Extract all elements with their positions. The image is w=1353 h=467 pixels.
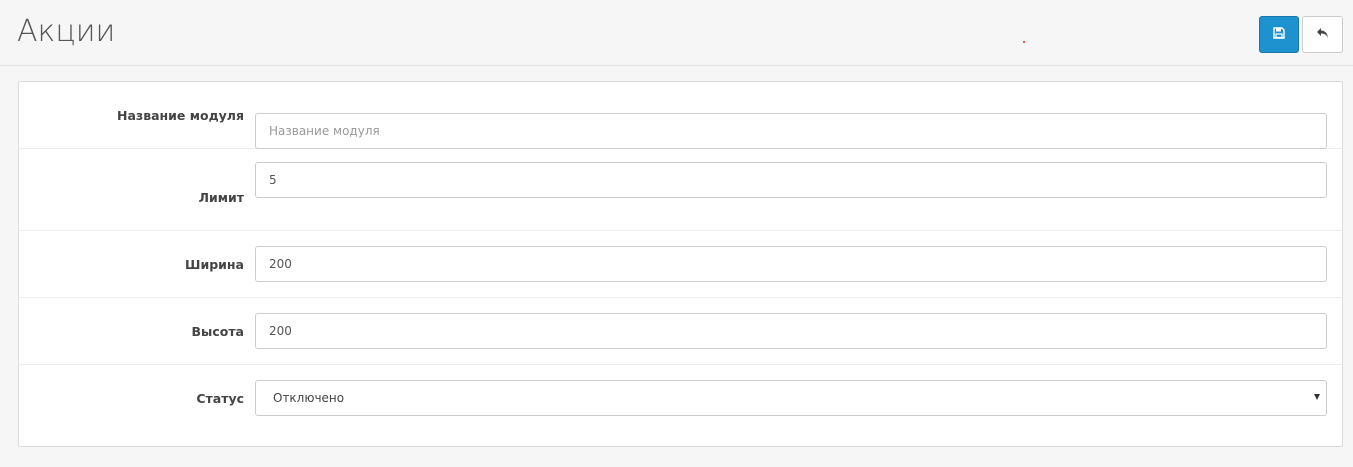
caret-down-icon (1314, 394, 1320, 400)
form-row-status: Статус Отключено (19, 365, 1342, 446)
form-row-module-name: Название модуля (19, 82, 1342, 149)
decorative-dot (1023, 41, 1025, 43)
back-button[interactable] (1302, 16, 1343, 53)
module-name-label: Название модуля (117, 107, 244, 123)
page-header: Акции (0, 0, 1353, 66)
save-icon (1273, 26, 1285, 44)
limit-label: Лимит (198, 189, 244, 205)
status-selected-value: Отключено (273, 391, 345, 405)
reply-icon (1316, 26, 1330, 44)
limit-input[interactable] (255, 162, 1327, 198)
status-select[interactable]: Отключено (255, 380, 1327, 416)
width-input[interactable] (255, 246, 1327, 282)
module-name-input[interactable] (255, 113, 1327, 149)
form-row-width: Ширина (19, 231, 1342, 298)
page-title: Акции (17, 14, 116, 49)
form-row-limit: Лимит (19, 162, 1342, 231)
height-input[interactable] (255, 313, 1327, 349)
save-button[interactable] (1259, 16, 1299, 53)
status-label: Статус (196, 391, 244, 406)
width-label: Ширина (185, 256, 244, 272)
height-label: Высота (191, 323, 244, 339)
module-settings-panel: Название модуля Лимит Ширина Высота Стат… (18, 81, 1343, 447)
form-row-height: Высота (19, 298, 1342, 365)
